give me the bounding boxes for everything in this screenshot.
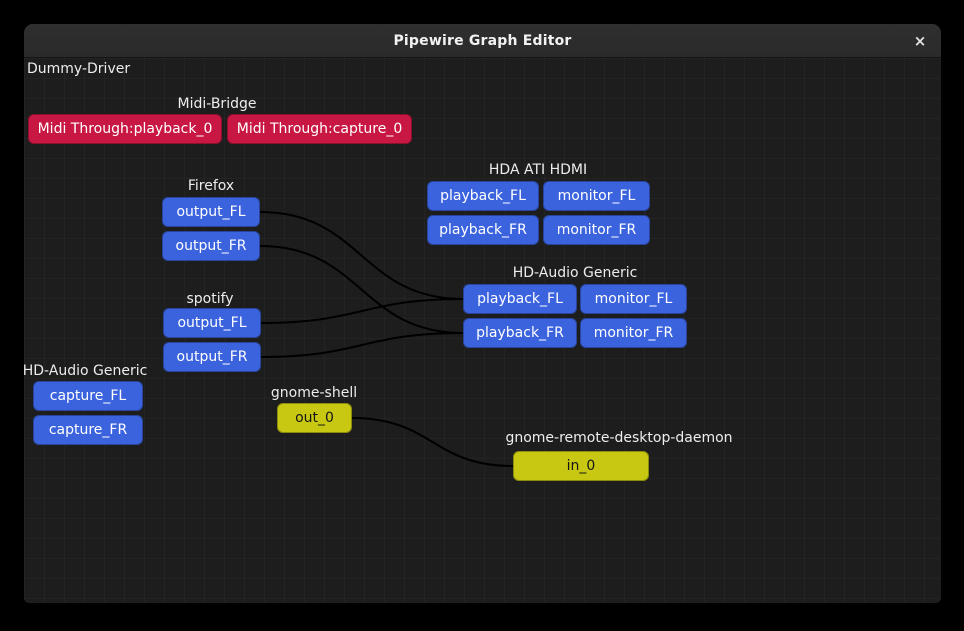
port-firefox-output-fl[interactable]: output_FL [162, 197, 260, 227]
port-hdag-playback-fr[interactable]: playback_FR [463, 318, 577, 348]
port-hdmi-playback-fl[interactable]: playback_FL [427, 181, 539, 211]
port-spotify-output-fr[interactable]: output_FR [163, 342, 261, 372]
port-hdag-monitor-fr[interactable]: monitor_FR [580, 318, 687, 348]
node-title-dummy-driver[interactable]: Dummy-Driver [27, 62, 130, 77]
node-title-midi-bridge[interactable]: Midi-Bridge [178, 97, 257, 112]
node-title-spotify[interactable]: spotify [186, 292, 233, 307]
link-spotify-fr-to-hdag-playback-fr[interactable] [261, 333, 463, 357]
port-hdmi-monitor-fl[interactable]: monitor_FL [543, 181, 650, 211]
port-hdmi-monitor-fr[interactable]: monitor_FR [543, 215, 650, 245]
port-grd-in-0[interactable]: in_0 [513, 451, 649, 481]
pipewire-graph-editor-window: Pipewire Graph Editor × Dummy-Driver Midi… [24, 24, 941, 603]
window-title: Pipewire Graph Editor [393, 33, 571, 49]
port-midi-through-playback-0[interactable]: Midi Through:playback_0 [28, 114, 222, 144]
node-title-hd-audio-generic-in[interactable]: HD-Audio Generic [24, 364, 147, 379]
graph-canvas[interactable]: Dummy-Driver Midi-Bridge Midi Through:play… [24, 58, 941, 603]
link-firefox-fr-to-hdag-playback-fr[interactable] [260, 246, 463, 333]
node-title-gnome-remote-desktop-daemon[interactable]: gnome-remote-desktop-daemon [505, 431, 732, 446]
port-hdag-monitor-fl[interactable]: monitor_FL [580, 284, 687, 314]
port-hdmi-playback-fr[interactable]: playback_FR [427, 215, 539, 245]
node-title-hda-ati-hdmi[interactable]: HDA ATI HDMI [489, 163, 587, 178]
port-hdag-playback-fl[interactable]: playback_FL [463, 284, 577, 314]
node-title-firefox[interactable]: Firefox [188, 179, 234, 194]
port-firefox-output-fr[interactable]: output_FR [162, 231, 260, 261]
close-icon[interactable]: × [909, 30, 931, 52]
port-hdag-capture-fl[interactable]: capture_FL [33, 381, 143, 411]
link-gnome-shell-out-0-to-grd-in-0[interactable] [352, 418, 513, 466]
port-midi-through-capture-0[interactable]: Midi Through:capture_0 [227, 114, 412, 144]
port-gnome-shell-out-0[interactable]: out_0 [277, 403, 352, 433]
port-hdag-capture-fr[interactable]: capture_FR [33, 415, 143, 445]
node-title-hd-audio-generic-out[interactable]: HD-Audio Generic [513, 266, 638, 281]
port-spotify-output-fl[interactable]: output_FL [163, 308, 261, 338]
titlebar[interactable]: Pipewire Graph Editor × [24, 24, 941, 58]
node-title-gnome-shell[interactable]: gnome-shell [271, 386, 357, 401]
link-spotify-fl-to-hdag-playback-fl[interactable] [261, 299, 463, 323]
